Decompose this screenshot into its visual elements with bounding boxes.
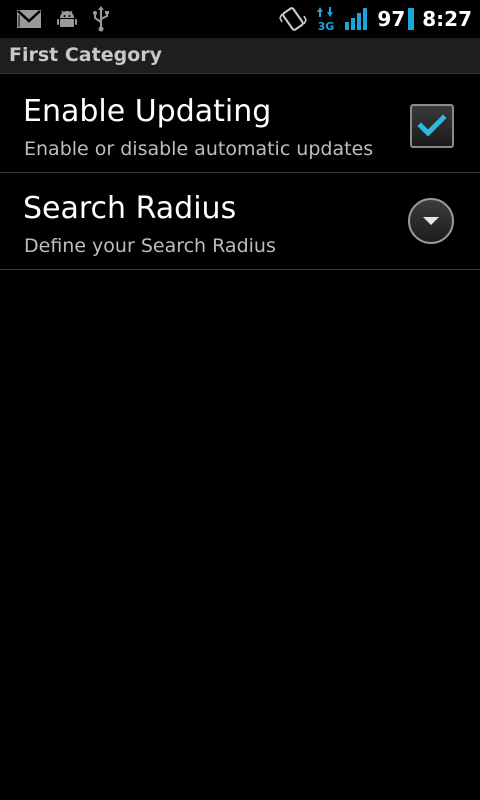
vibrate-icon [279,6,308,32]
preference-title: Search Radius [23,191,237,226]
system-icons: 3G 97 8:27 [279,6,480,32]
gmail-icon [16,9,42,29]
checkmark-icon [417,114,447,137]
battery-level: 97 [377,7,406,31]
preference-summary: Define your Search Radius [24,235,276,257]
preference-search-radius[interactable]: Search Radius Define your Search Radius [0,173,480,270]
battery-icon [408,8,415,30]
battery-indicator: 97 [377,7,415,31]
clock: 8:27 [422,7,472,31]
notification-icons [0,6,110,32]
android-debug-icon [56,8,78,30]
category-title: First Category [9,44,163,66]
signal-strength-icon [345,8,369,30]
preference-enable-updating[interactable]: Enable Updating Enable or disable automa… [0,76,480,173]
preference-summary: Enable or disable automatic updates [24,138,374,160]
preference-title: Enable Updating [23,94,272,129]
enable-updating-checkbox[interactable] [410,104,454,148]
usb-icon [92,6,110,32]
dropdown-arrow-icon [423,217,439,225]
status-bar: 3G 97 8:27 [0,0,480,38]
svg-text:3G: 3G [318,20,335,32]
data-3g-icon: 3G [315,6,337,32]
preference-category-header: First Category [0,38,480,74]
search-radius-dropdown-button[interactable] [408,198,454,244]
